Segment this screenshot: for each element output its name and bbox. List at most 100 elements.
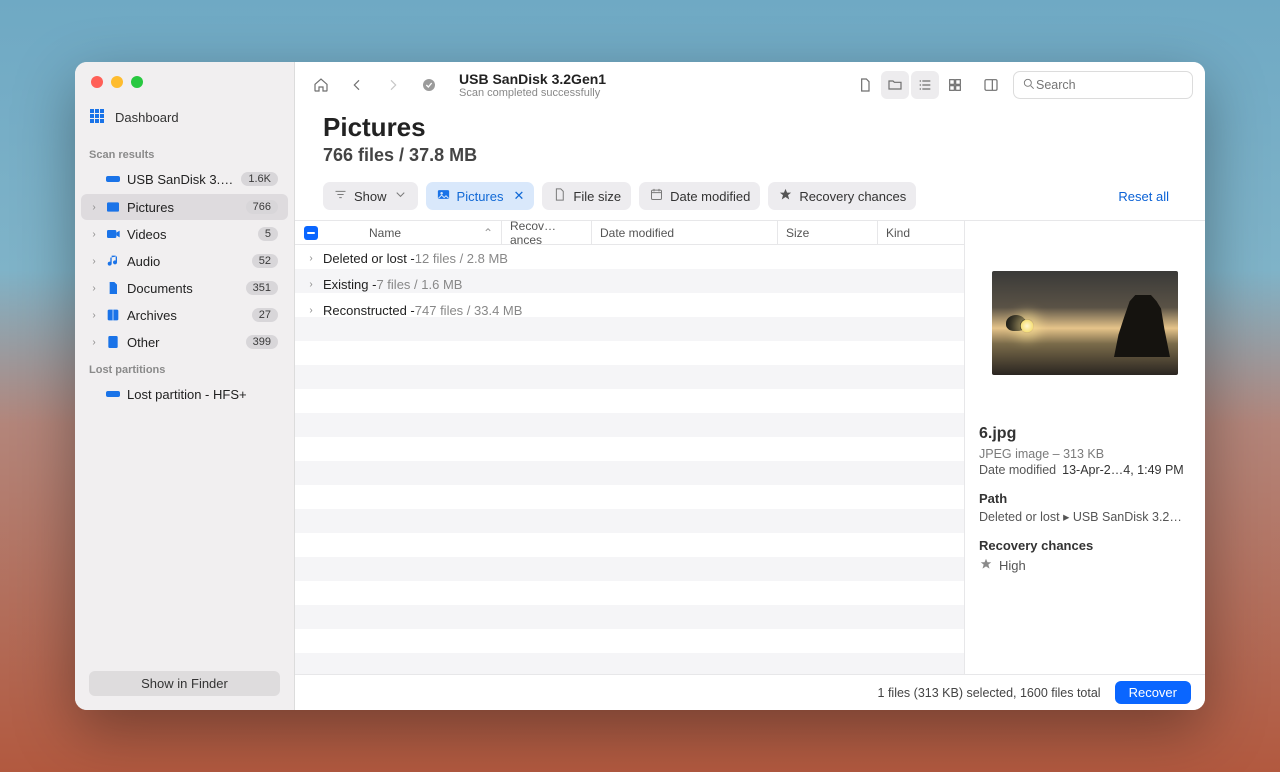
search-icon (1022, 77, 1036, 94)
path-heading: Path (979, 491, 1191, 506)
archives-icon (105, 307, 121, 323)
home-button[interactable] (307, 71, 335, 99)
column-recovery[interactable]: Recov…ances (502, 221, 592, 244)
date-filter-button[interactable]: Date modified (639, 182, 760, 210)
selected-type-size: JPEG image – 313 KB (979, 447, 1191, 461)
toolbar: USB SanDisk 3.2Gen1 Scan completed succe… (295, 62, 1205, 108)
filter-bar: Show Pictures ✕ File size Date modified … (295, 172, 1205, 220)
column-size[interactable]: Size (778, 221, 878, 244)
details-pane: 6.jpg JPEG image – 313 KB Date modified … (965, 221, 1205, 674)
scan-status-icon (415, 71, 443, 99)
dashboard-link[interactable]: Dashboard (75, 102, 294, 141)
search-box[interactable] (1013, 71, 1193, 99)
videos-icon (105, 226, 121, 242)
column-name[interactable]: Name ⌃ (327, 221, 502, 244)
star-icon (778, 187, 793, 205)
sidebar-item-label: Other (127, 335, 240, 350)
drive-icon (105, 386, 121, 402)
view-list-icon[interactable] (911, 71, 939, 99)
drive-icon (105, 171, 121, 187)
sidebar-item-badge: 399 (246, 335, 278, 349)
scan-status-text: Scan completed successfully (459, 87, 606, 99)
date-modified-label: Date modified (979, 463, 1056, 477)
sidebar-item-badge: 52 (252, 254, 278, 268)
documents-icon (105, 280, 121, 296)
view-document-icon[interactable] (851, 71, 879, 99)
sidebar-item-videos[interactable]: ›Videos5 (81, 221, 288, 247)
date-label: Date modified (670, 189, 750, 204)
device-item[interactable]: USB SanDisk 3.2… 1.6K (81, 166, 288, 192)
chevron-right-icon: › (89, 310, 99, 321)
sidebar-item-documents[interactable]: ›Documents351 (81, 275, 288, 301)
filesize-filter-button[interactable]: File size (542, 182, 631, 210)
toggle-sidebar-icon[interactable] (977, 71, 1005, 99)
star-icon (979, 557, 993, 574)
scan-results-heading: Scan results (75, 141, 294, 165)
lost-partitions-list: Lost partition - HFS+ (75, 380, 294, 408)
group-row[interactable]: ›Deleted or lost - 12 files / 2.8 MB (295, 245, 964, 271)
page-subtitle: 766 files / 37.8 MB (323, 145, 1177, 166)
app-window: Dashboard Scan results USB SanDisk 3.2… … (75, 62, 1205, 710)
sidebar-item-archives[interactable]: › Archives 27 (81, 302, 288, 328)
chevron-right-icon: › (89, 229, 99, 240)
select-all-checkbox[interactable] (295, 226, 327, 240)
sidebar-item-label: Archives (127, 308, 246, 323)
sort-asc-icon: ⌃ (483, 226, 493, 240)
chevron-right-icon: › (89, 283, 99, 294)
pictures-filter-chip[interactable]: Pictures ✕ (426, 182, 535, 210)
content-split: Name ⌃ Recov…ances Date modified Size Ki… (295, 220, 1205, 674)
back-button[interactable] (343, 71, 371, 99)
sidebar-item-badge: 5 (258, 227, 278, 241)
sidebar-item-badge: 27 (252, 308, 278, 322)
view-mode-group (851, 71, 969, 99)
close-window-button[interactable] (91, 76, 103, 88)
lost-partition-item[interactable]: Lost partition - HFS+ (81, 381, 288, 407)
minimize-window-button[interactable] (111, 76, 123, 88)
category-list: ›Pictures766›Videos5›Audio52›Documents35… (75, 193, 294, 356)
show-filter-button[interactable]: Show (323, 182, 418, 210)
device-badge: 1.6K (241, 172, 278, 186)
pictures-icon (105, 199, 121, 215)
column-date[interactable]: Date modified (592, 221, 778, 244)
group-info: 12 files / 2.8 MB (415, 251, 508, 266)
toolbar-title-block: USB SanDisk 3.2Gen1 Scan completed succe… (459, 71, 606, 99)
view-grid-icon[interactable] (941, 71, 969, 99)
forward-button[interactable] (379, 71, 407, 99)
pictures-filter-label: Pictures (457, 189, 504, 204)
reset-filters-link[interactable]: Reset all (1118, 189, 1177, 204)
sidebar-item-other[interactable]: › Other 399 (81, 329, 288, 355)
recovery-label: Recovery chances (799, 189, 906, 204)
sidebar-item-label: Audio (127, 254, 246, 269)
group-name: Existing - (323, 277, 376, 292)
selection-summary: 1 files (313 KB) selected, 1600 files to… (878, 686, 1101, 700)
chevron-right-icon: › (89, 337, 99, 348)
zoom-window-button[interactable] (131, 76, 143, 88)
volume-title: USB SanDisk 3.2Gen1 (459, 71, 606, 87)
show-in-finder-button[interactable]: Show in Finder (89, 671, 280, 696)
path-value: Deleted or lost ▸ USB SanDisk 3.2… (979, 509, 1191, 524)
recovery-chances-heading: Recovery chances (979, 538, 1191, 553)
lost-partition-label: Lost partition - HFS+ (127, 387, 278, 402)
group-info: 7 files / 1.6 MB (376, 277, 462, 292)
sidebar-item-label: Pictures (127, 200, 240, 215)
other-icon (105, 334, 121, 350)
table-body[interactable]: ›Deleted or lost - 12 files / 2.8 MB›Exi… (295, 245, 964, 674)
sidebar-item-label: Documents (127, 281, 240, 296)
search-input[interactable] (1036, 78, 1197, 92)
filter-icon (333, 187, 348, 205)
group-row[interactable]: ›Reconstructed - 747 files / 33.4 MB (295, 297, 964, 323)
scan-results-list: USB SanDisk 3.2… 1.6K (75, 165, 294, 193)
group-row[interactable]: ›Existing - 7 files / 1.6 MB (295, 271, 964, 297)
sidebar-item-pictures[interactable]: › Pictures 766 (81, 194, 288, 220)
show-label: Show (354, 189, 387, 204)
chevron-right-icon: › (89, 202, 99, 213)
remove-filter-icon[interactable]: ✕ (514, 188, 525, 204)
recover-button[interactable]: Recover (1115, 681, 1191, 704)
preview-thumbnail[interactable] (992, 271, 1178, 375)
sidebar-item-badge: 766 (246, 200, 278, 214)
recovery-filter-button[interactable]: Recovery chances (768, 182, 916, 210)
column-kind[interactable]: Kind (878, 221, 964, 244)
disclosure-triangle-icon: › (305, 253, 317, 264)
sidebar-item-audio[interactable]: ›Audio52 (81, 248, 288, 274)
view-folder-icon[interactable] (881, 71, 909, 99)
